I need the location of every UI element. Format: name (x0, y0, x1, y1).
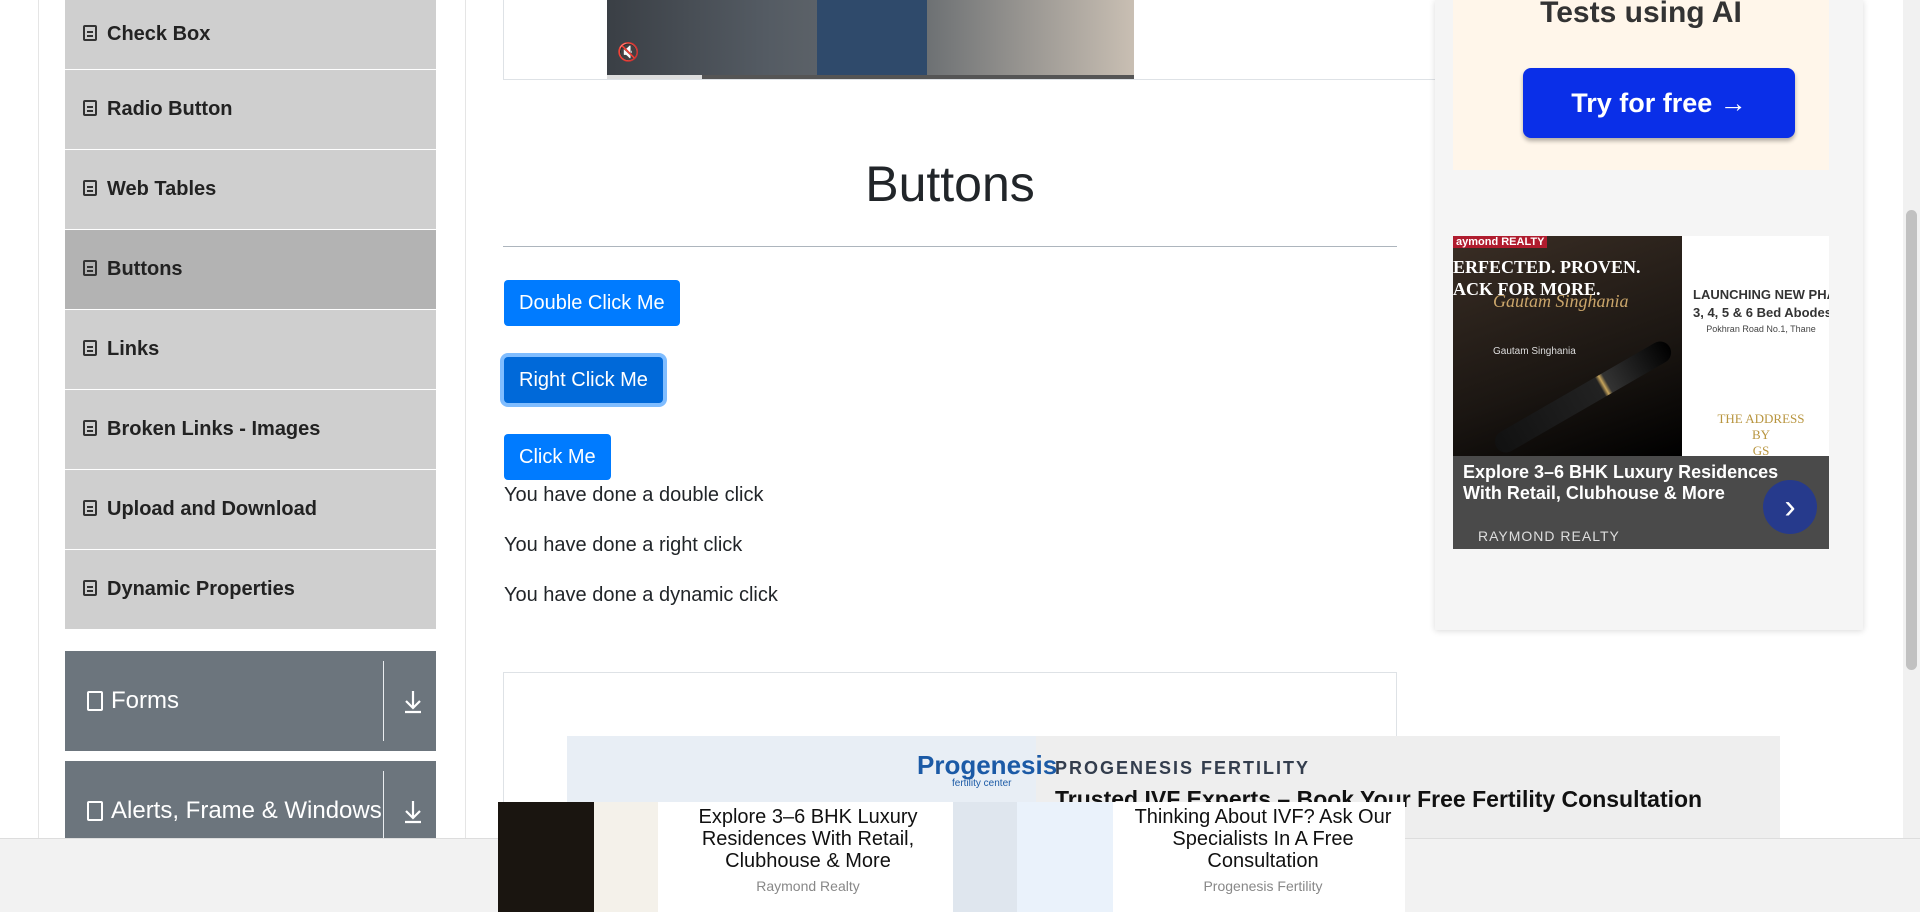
sidebar-item-label: Check Box (107, 23, 211, 45)
location-text: Pokhran Road No.1, Thane (1706, 324, 1816, 334)
progenesis-logo: Progenesis (917, 750, 1058, 780)
video-progress-track[interactable] (607, 75, 1134, 79)
sidebar-item-label: Dynamic Properties (107, 578, 295, 600)
sidebar-item-label: Buttons (107, 258, 183, 280)
realty-ad-caption: Explore 3–6 BHK Luxury Residences With R… (1453, 456, 1829, 549)
ai-test-ad[interactable]: Tests using AI Try for free → (1453, 0, 1829, 170)
project-logo: THE ADDRESS BY GS (1717, 411, 1805, 458)
ad-thumbnail (498, 802, 658, 912)
html5-icon (83, 259, 97, 276)
launch-text: LAUNCHING NEW PHASE 3, 4, 5 & 6 Bed Abod… (1693, 287, 1829, 320)
sidebar-menu: Check Box Radio Button Web Tables Button… (65, 0, 436, 630)
sidebar-item-radio-button[interactable]: Radio Button (65, 70, 436, 150)
signature: Gautam Singhania (1493, 291, 1629, 311)
window-icon (87, 801, 103, 821)
download-arrow-icon[interactable] (400, 793, 426, 829)
bottom-ad-realty[interactable]: Explore 3–6 BHK Luxury Residences With R… (498, 802, 953, 912)
ad-thumbnail (953, 802, 1113, 912)
right-click-message: You have done a right click (504, 534, 743, 556)
sidebar-item-web-tables[interactable]: Web Tables (65, 150, 436, 230)
ad-headline: Tests using AI (1540, 0, 1742, 29)
try-for-free-button[interactable]: Try for free → (1523, 68, 1795, 138)
chevron-right-icon[interactable]: › (1763, 480, 1817, 534)
video-frame-person (817, 0, 927, 79)
sidebar-item-label: Links (107, 338, 160, 360)
realty-ad[interactable]: aymond REALTY ERFECTED. PROVEN. ACK FOR … (1453, 236, 1829, 549)
sidebar-item-label: Radio Button (107, 98, 233, 120)
group-label: Alerts, Frame & Windows (111, 797, 382, 824)
click-me-button[interactable]: Click Me (504, 434, 611, 480)
html5-icon (83, 179, 97, 196)
double-click-message: You have done a double click (504, 484, 764, 506)
right-ad-column: Tests using AI Try for free → aymond REA… (1435, 0, 1863, 630)
html5-icon (83, 24, 97, 41)
html5-icon (83, 499, 97, 516)
video-player[interactable]: 🔇 (607, 0, 1134, 79)
sidebar-item-broken-links[interactable]: Broken Links - Images (65, 390, 436, 470)
dynamic-click-message: You have done a dynamic click (504, 584, 778, 606)
divider (383, 661, 384, 741)
html5-icon (83, 339, 97, 356)
scrollbar-thumb[interactable] (1906, 210, 1917, 670)
group-label: Forms (111, 687, 179, 714)
ad-brand: PROGENESIS FERTILITY (1055, 758, 1311, 778)
sidebar-item-label: Web Tables (107, 178, 217, 200)
sidebar-item-buttons[interactable]: Buttons (65, 230, 436, 310)
html5-icon (83, 419, 97, 436)
ad-text: Thinking About IVF? Ask Our Specialists … (1134, 806, 1392, 872)
ad-source: RAYMOND REALTY (1478, 528, 1620, 544)
right-click-button[interactable]: Right Click Me (504, 357, 663, 403)
sidebar-item-label: Upload and Download (107, 498, 317, 520)
muted-speaker-icon[interactable]: 🔇 (617, 42, 639, 63)
ad-text: Explore 3–6 BHK Luxury Residences With R… (698, 806, 918, 872)
sidebar-item-upload-download[interactable]: Upload and Download (65, 470, 436, 550)
sidebar-item-dynamic-properties[interactable]: Dynamic Properties (65, 550, 436, 630)
bottom-ad-progenesis[interactable]: Thinking About IVF? Ask Our Specialists … (953, 802, 1405, 912)
ad-source: Raymond Realty (756, 878, 860, 894)
double-click-button[interactable]: Double Click Me (504, 280, 680, 326)
document-icon (87, 691, 103, 711)
sidebar-item-check-box[interactable]: Check Box (65, 0, 436, 70)
html5-icon (83, 99, 97, 116)
download-arrow-icon[interactable] (400, 683, 426, 719)
progenesis-logo-sub: fertility center (952, 778, 1012, 789)
sidebar-item-links[interactable]: Links (65, 310, 436, 390)
sidebar-item-label: Broken Links - Images (107, 418, 321, 440)
ad-title[interactable]: Explore 3–6 BHK Luxury Residences With R… (1463, 462, 1783, 504)
group-header-forms[interactable]: Forms (65, 651, 436, 751)
realty-ad-image: aymond REALTY ERFECTED. PROVEN. ACK FOR … (1453, 236, 1682, 457)
ad-source: Progenesis Fertility (1203, 878, 1323, 894)
html5-icon (83, 579, 97, 596)
divider (503, 246, 1397, 247)
page-title: Buttons (865, 156, 1035, 212)
page: Check Box Radio Button Web Tables Button… (0, 0, 1920, 912)
person-name: Gautam Singhania (1493, 346, 1576, 357)
realty-brand: aymond REALTY (1453, 236, 1548, 248)
video-progress-fill (607, 75, 702, 79)
